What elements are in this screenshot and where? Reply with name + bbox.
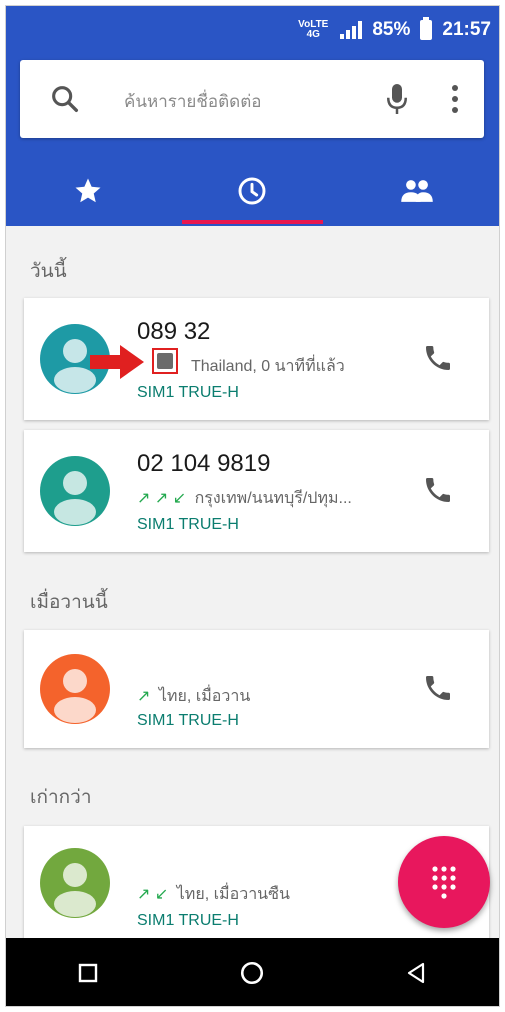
sim-label: SIM1 TRUE-H <box>137 384 239 401</box>
back-icon[interactable] <box>405 961 429 985</box>
call-log-item[interactable]: 02 104 9819 ↗ ↗ ↙ กรุงเทพ/นนทบุรี/ปทุม..… <box>24 430 489 552</box>
red-arrow-annotation-icon <box>90 345 144 379</box>
network-indicator: VoLTE 4G <box>298 20 328 40</box>
call-type-icons: ↗ ↗ ↙ <box>137 490 187 507</box>
clock-time: 21:57 <box>442 19 491 40</box>
call-location: กรุงเทพ/นนทบุรี/ปทุม... <box>194 490 352 507</box>
battery-level: 85% <box>372 19 411 40</box>
search-input[interactable]: ค้นหารายชื่อติดต่อ <box>124 88 261 115</box>
phone-call-icon[interactable] <box>422 672 454 704</box>
phone-call-icon[interactable] <box>422 474 454 506</box>
call-type-icons: ↗ ↙ <box>137 886 169 903</box>
call-detail: ↗ ไทย, เมื่อวาน <box>137 684 250 709</box>
phone-call-icon[interactable] <box>422 342 454 374</box>
dialpad-icon <box>432 866 456 899</box>
call-detail: Thailand, 0 นาทีที่แล้ว <box>191 358 345 375</box>
status-bar: VoLTE 4G 85% 21:57 <box>298 6 499 54</box>
avatar[interactable] <box>40 456 110 526</box>
home-icon[interactable] <box>239 960 265 986</box>
contact-number: 02 104 9819 <box>137 450 271 477</box>
person-icon <box>54 863 96 917</box>
tab-favorites[interactable] <box>6 158 170 224</box>
avatar[interactable] <box>40 654 110 724</box>
section-today: วันนี้ <box>30 261 67 282</box>
network-type-label: 4G <box>306 29 320 40</box>
battery-icon <box>420 17 433 40</box>
search-bar[interactable]: ค้นหารายชื่อติดต่อ <box>20 60 484 138</box>
clock-icon <box>239 177 266 205</box>
avatar[interactable] <box>40 848 110 918</box>
recent-apps-icon[interactable] <box>76 961 100 985</box>
call-detail: ↗ ↗ ↙ กรุงเทพ/นนทบุรี/ปทุม... <box>137 486 352 511</box>
section-yesterday: เมื่อวานนี้ <box>30 592 108 613</box>
signal-icon <box>340 21 363 39</box>
sim-label: SIM1 TRUE-H <box>137 516 239 533</box>
navigation-bar <box>6 938 499 1006</box>
person-icon <box>54 471 96 525</box>
more-vert-icon[interactable] <box>450 82 460 116</box>
app-header: VoLTE 4G 85% 21:57 ค้นหารายชื่อติดต่อ <box>6 6 499 226</box>
star-icon <box>75 178 101 203</box>
call-type-icons: ↗ <box>137 688 151 705</box>
dialpad-button[interactable] <box>398 836 490 928</box>
section-older: เก่ากว่า <box>30 787 92 808</box>
call-location: ไทย, เมื่อวานซืน <box>176 886 290 903</box>
microphone-icon[interactable] <box>382 80 412 118</box>
call-detail: ↗ ↙ ไทย, เมื่อวานซืน <box>137 882 290 907</box>
tab-contacts[interactable] <box>335 158 499 224</box>
call-log-item[interactable]: ↗ ไทย, เมื่อวาน SIM1 TRUE-H <box>24 630 489 748</box>
sim-label: SIM1 TRUE-H <box>137 912 239 929</box>
call-location: ไทย, เมื่อวาน <box>158 688 251 705</box>
phone-screen: VoLTE 4G 85% 21:57 ค้นหารายชื่อติดต่อ วั… <box>5 5 500 1007</box>
person-icon <box>54 669 96 723</box>
tab-recents[interactable] <box>170 158 334 224</box>
highlight-box <box>152 348 178 374</box>
people-icon <box>401 180 433 202</box>
tab-bar <box>6 158 499 224</box>
sim-label: SIM1 TRUE-H <box>137 712 239 729</box>
contact-number: 089 32 <box>137 318 211 345</box>
search-icon[interactable] <box>48 82 82 116</box>
